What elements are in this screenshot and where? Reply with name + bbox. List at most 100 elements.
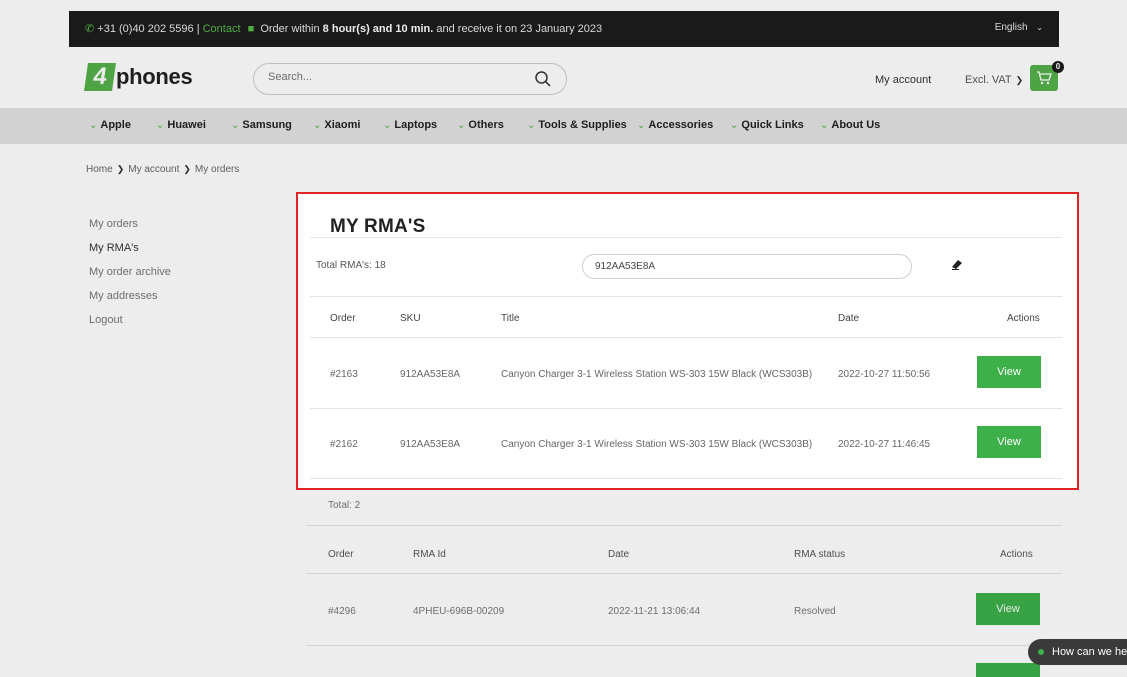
divider	[306, 573, 1062, 574]
phone-icon: ✆	[85, 23, 95, 35]
divider	[306, 645, 1062, 646]
search-input[interactable]	[268, 71, 528, 83]
view-button[interactable]: View	[977, 426, 1041, 458]
view-button[interactable]: View	[976, 593, 1040, 625]
column-header-title: Title	[501, 313, 520, 324]
chevron-down-icon: ⌄	[231, 120, 240, 131]
top-bar: ✆ +31 (0)40 202 5596 | Contact ■ Order w…	[0, 0, 1127, 47]
top-bar-info: ✆ +31 (0)40 202 5596 | Contact ■ Order w…	[85, 22, 602, 35]
chevron-down-icon: ⌄	[527, 120, 536, 131]
nav-item-laptops[interactable]: ⌄ Laptops	[383, 119, 437, 131]
nav-item-about-us[interactable]: ⌄ About Us	[820, 119, 880, 131]
phone-number[interactable]: +31 (0)40 202 5596	[97, 23, 193, 35]
online-status-icon	[1038, 649, 1044, 655]
row-date: 2022-10-27 11:50:56	[838, 369, 931, 380]
chat-label: How can we he	[1052, 646, 1127, 658]
column-header-order: Order	[328, 549, 354, 560]
chevron-down-icon: ⌄	[457, 120, 466, 131]
column-header-sku: SKU	[400, 313, 421, 324]
chevron-down-icon: ⌄	[637, 120, 646, 131]
search-bar	[253, 63, 567, 95]
site-header: 4 phones My account Excl. VAT❯ 0	[0, 47, 1127, 108]
column-header-date: Date	[838, 313, 860, 324]
sidebar-item-my-order-archive[interactable]: My order archive	[89, 260, 171, 284]
nav-item-label: Samsung	[242, 119, 292, 131]
vat-selector[interactable]: Excl. VAT ❯	[965, 74, 1023, 86]
logo-text: phones	[116, 64, 193, 89]
lower-row-rma-id: 4PHEU-696B-00209	[413, 606, 505, 617]
nav-item-label: Others	[468, 119, 504, 131]
top-bar-inner: ✆ +31 (0)40 202 5596 | Contact ■ Order w…	[69, 11, 1059, 47]
logo[interactable]: 4 phones	[84, 60, 193, 94]
nav-item-label: About Us	[831, 119, 881, 131]
breadcrumb-my-orders[interactable]: My orders	[195, 164, 239, 175]
cart-count-badge: 0	[1052, 61, 1064, 73]
chevron-down-icon: ⌄	[383, 120, 392, 131]
order-prefix: Order within	[260, 23, 320, 35]
lower-row-order: #4296	[328, 606, 356, 617]
nav-item-tools-supplies[interactable]: ⌄ Tools & Supplies	[527, 119, 627, 131]
rma-card: MY RMA'S Total RMA's: 18 Order SKU Title…	[296, 192, 1079, 490]
sidebar-item-logout[interactable]: Logout	[89, 308, 171, 332]
row-order: #2163	[330, 369, 358, 380]
lower-total-label: Total: 2	[328, 500, 361, 511]
nav-item-label: Apple	[100, 119, 131, 131]
order-suffix: and receive it on 23 January 2023	[436, 23, 603, 35]
divider	[310, 237, 1062, 238]
row-date: 2022-10-27 11:46:45	[838, 439, 931, 450]
chat-widget[interactable]: How can we he	[1028, 639, 1127, 665]
account-sidebar: My orders My RMA's My order archive My a…	[89, 212, 171, 332]
nav-item-apple[interactable]: ⌄ Apple	[89, 119, 131, 131]
nav-item-samsung[interactable]: ⌄ Samsung	[231, 119, 292, 131]
top-bar-separator: |	[196, 23, 200, 35]
page-title: MY RMA'S	[330, 216, 426, 237]
view-button[interactable]: View	[977, 356, 1041, 388]
chevron-right-icon: ❯	[116, 164, 125, 174]
logo-mark: 4	[84, 63, 116, 91]
language-label: English	[994, 22, 1028, 33]
view-button[interactable]	[976, 663, 1040, 677]
column-header-rma-status: RMA status	[794, 549, 846, 560]
search-icon[interactable]	[534, 70, 552, 88]
breadcrumb: Home ❯ My account ❯ My orders	[86, 164, 239, 175]
row-title: Canyon Charger 3-1 Wireless Station WS-3…	[501, 439, 813, 450]
language-selector[interactable]: English ⌄	[995, 22, 1043, 33]
lower-row-date: 2022-11-21 13:06:44	[608, 606, 701, 617]
chevron-down-icon: ⌄	[820, 120, 829, 131]
vat-label: Excl. VAT	[965, 74, 1012, 86]
rma-filter-input[interactable]	[582, 254, 912, 279]
nav-item-label: Quick Links	[741, 119, 804, 131]
rma-status-table: Total: 2 Order RMA Id Date RMA status Ac…	[306, 488, 1066, 677]
contact-link[interactable]: Contact	[203, 23, 241, 35]
chevron-down-icon: ⌄	[730, 120, 739, 131]
row-sku: 912AA53E8A	[400, 369, 461, 380]
nav-item-quick-links[interactable]: ⌄ Quick Links	[730, 119, 804, 131]
nav-item-label: Huawei	[167, 119, 206, 131]
chevron-down-icon: ⌄	[1036, 23, 1043, 32]
column-header-actions: Actions	[1007, 313, 1040, 324]
sidebar-item-my-rmas[interactable]: My RMA's	[89, 236, 171, 260]
breadcrumb-home[interactable]: Home	[86, 164, 113, 175]
eraser-icon[interactable]	[950, 257, 964, 271]
breadcrumb-my-account[interactable]: My account	[128, 164, 179, 175]
nav-item-huawei[interactable]: ⌄ Huawei	[156, 119, 206, 131]
row-order: #2162	[330, 439, 358, 450]
nav-item-others[interactable]: ⌄ Others	[457, 119, 504, 131]
sidebar-item-my-orders[interactable]: My orders	[89, 212, 171, 236]
nav-item-accessories[interactable]: ⌄ Accessories	[637, 119, 713, 131]
total-rmas-label: Total RMA's: 18	[316, 260, 386, 271]
nav-item-xiaomi[interactable]: ⌄ Xiaomi	[313, 119, 360, 131]
nav-item-label: Tools & Supplies	[538, 119, 627, 131]
column-header-order: Order	[330, 313, 356, 324]
lower-row-status: Resolved	[794, 606, 836, 617]
sidebar-item-my-addresses[interactable]: My addresses	[89, 284, 171, 308]
row-title: Canyon Charger 3-1 Wireless Station WS-3…	[501, 369, 813, 380]
divider	[310, 478, 1062, 479]
nav-item-label: Xiaomi	[324, 119, 361, 131]
chevron-down-icon: ⌄	[313, 120, 322, 131]
chevron-right-icon: ❯	[183, 164, 191, 174]
chevron-down-icon: ⌄	[156, 120, 165, 131]
my-account-link[interactable]: My account	[875, 74, 931, 86]
main-nav: ⌄ Apple ⌄ Huawei ⌄ Samsung ⌄ Xiaomi ⌄ Laptops…	[0, 108, 1127, 144]
divider	[310, 296, 1062, 297]
